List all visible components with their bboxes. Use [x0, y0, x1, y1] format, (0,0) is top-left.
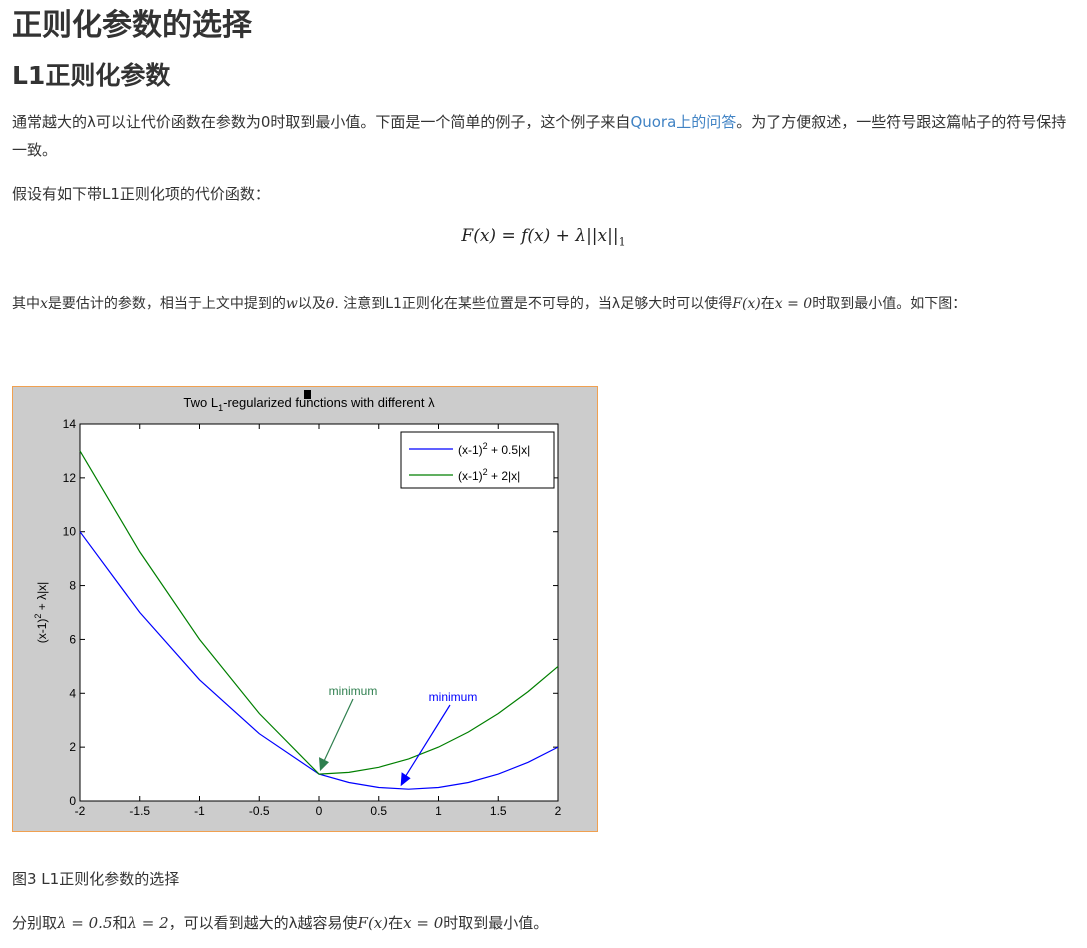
y-axis-label: (x-1)2 + λ|x| — [33, 582, 49, 644]
y-tick-label: 4 — [69, 686, 76, 700]
x-tick-label: 1.5 — [490, 804, 507, 818]
concl-text-5: 时取到最小值。 — [443, 914, 549, 932]
expl-var-fx: F(x) — [732, 296, 761, 312]
expl-text-5: 在 — [760, 296, 775, 312]
x-tick-label: -1.5 — [129, 804, 150, 818]
concl-text-2: 和 — [112, 914, 128, 932]
concl-text-3: ，可以看到越大的λ越容易使 — [168, 914, 358, 932]
cursor-marker — [304, 390, 311, 399]
concl-var-x0: x = 0 — [403, 914, 444, 932]
expl-text-1: 其中 — [12, 296, 40, 312]
formula-body: F(x) = f(x) + λ||x|| — [461, 226, 619, 246]
figure-chart: Two L1-regularized functions with differ… — [12, 386, 598, 832]
y-tick-label: 0 — [69, 794, 76, 808]
page-title: 正则化参数的选择 — [12, 8, 252, 43]
y-tick-label: 2 — [69, 740, 76, 754]
paragraph-explanation: 其中x是要估计的参数，相当于上文中提到的w以及θ. 注意到L1正则化在某些位置是… — [12, 291, 1078, 317]
concl-lambda-1: λ = 0.5 — [57, 914, 113, 932]
x-tick-label: -2 — [75, 804, 86, 818]
expl-var-w: w — [285, 296, 298, 312]
x-tick-label: -0.5 — [249, 804, 270, 818]
y-tick-label: 10 — [63, 525, 77, 539]
concl-var-fx: F(x) — [357, 914, 389, 932]
expl-text-3: 以及 — [297, 296, 326, 312]
y-tick-label: 6 — [69, 632, 76, 646]
expl-text-2: 是要估计的参数，相当于上文中提到的 — [47, 296, 286, 312]
figure-caption: 图3 L1正则化参数的选择 — [12, 870, 180, 888]
concl-lambda-2: λ = 2 — [127, 914, 169, 932]
legend-label: (x-1)2 + 2|x| — [458, 467, 520, 483]
concl-text-4: 在 — [388, 914, 404, 932]
y-tick-label: 8 — [69, 579, 76, 593]
x-tick-label: 2 — [555, 804, 562, 818]
x-tick-label: -1 — [194, 804, 205, 818]
expl-text-4: . 注意到L1正则化在某些位置是不可导的，当λ足够大时可以使得 — [334, 296, 733, 312]
x-tick-label: 0 — [316, 804, 323, 818]
y-tick-label: 12 — [63, 471, 77, 485]
cost-formula: F(x) = f(x) + λ||x||1 — [0, 226, 1087, 248]
section-title: L1正则化参数 — [12, 61, 171, 90]
paragraph-cost-function: 假设有如下带L1正则化项的代价函数： — [12, 185, 270, 203]
annotation-minimum-blue: minimum — [429, 690, 478, 704]
legend-label: (x-1)2 + 0.5|x| — [458, 441, 530, 457]
quora-link[interactable]: Quora上的问答 — [630, 113, 736, 131]
concl-text-1: 分别取 — [12, 914, 58, 932]
x-tick-label: 0.5 — [370, 804, 387, 818]
expl-var-x: x — [40, 296, 48, 312]
y-tick-label: 14 — [63, 417, 77, 431]
paragraph-intro-text-pre: 通常越大的λ可以让代价函数在参数为0时取到最小值。下面是一个简单的例子，这个例子… — [12, 113, 631, 131]
chart-svg: Two L1-regularized functions with differ… — [33, 390, 562, 818]
paragraph-conclusion: 分别取λ = 0.5和λ = 2，可以看到越大的λ越容易使F(x)在x = 0时… — [12, 912, 548, 933]
formula-subscript: 1 — [618, 235, 626, 249]
expl-var-x0: x = 0 — [774, 296, 813, 312]
expl-text-6: 时取到最小值。如下图： — [812, 296, 967, 312]
paragraph-intro: 通常越大的λ可以让代价函数在参数为0时取到最小值。下面是一个简单的例子，这个例子… — [12, 108, 1078, 164]
x-tick-label: 1 — [435, 804, 442, 818]
annotation-minimum-green: minimum — [329, 684, 378, 698]
